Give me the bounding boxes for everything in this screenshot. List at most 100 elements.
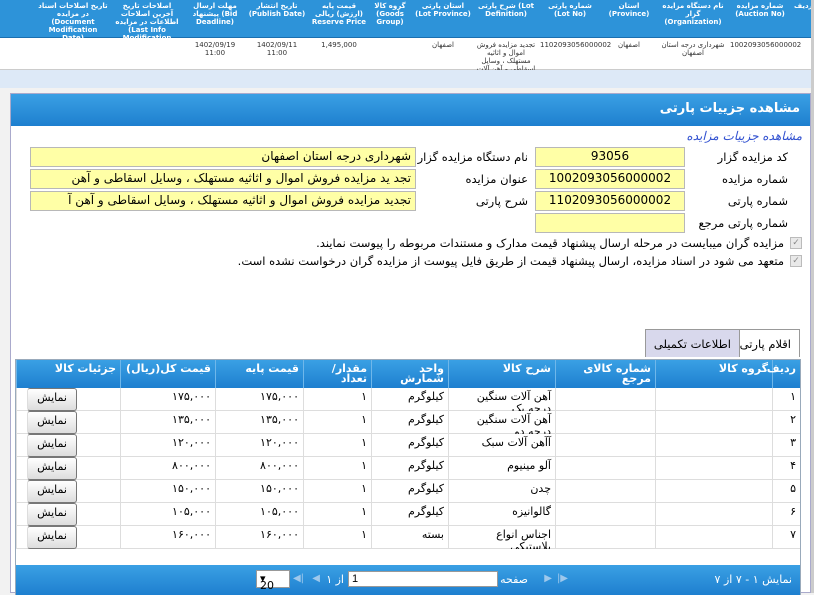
- no-attach-note: متعهد می شود در اسناد مزایده، ارسال پیشن…: [237, 254, 784, 268]
- cell-row-number: ۴: [772, 457, 800, 480]
- cell-goods-group: [655, 526, 772, 549]
- bg-header-3: استان (Province): [608, 2, 650, 18]
- cell-row-number: ۲: [772, 411, 800, 434]
- auctioneer-code-field[interactable]: 93056: [535, 147, 685, 167]
- cell-details: نمایش: [16, 388, 120, 411]
- lot-no-label: شماره پارتی: [727, 194, 788, 208]
- bg-header-10: مهلت ارسال پیشنهاد (Bid Deadline): [192, 2, 238, 26]
- bg-cell-publish: 1402/09/11 11:00: [256, 41, 298, 57]
- org-name-field[interactable]: شهرداری درجه استان اصفهان: [30, 147, 416, 167]
- cell-unit: کیلوگرم: [371, 457, 448, 480]
- cell-details: نمایش: [16, 457, 120, 480]
- table-row[interactable]: ۵ چدن کیلوگرم ۱ ۱۵۰,۰۰۰ ۱۵۰,۰۰۰ نمایش: [16, 480, 800, 503]
- bg-header-1: شماره مزایده (Auction No): [735, 2, 785, 18]
- col-unit[interactable]: واحد شمارش: [371, 360, 448, 388]
- auction-no-field[interactable]: 1002093056000002: [535, 169, 685, 189]
- page-size-value: 20: [260, 579, 274, 592]
- auction-title-field[interactable]: تجد ید مزایده فروش اموال و اثاثیه مستهلک…: [30, 169, 416, 189]
- last-page-icon[interactable]: ▶|: [557, 573, 568, 584]
- cell-goods-desc: آلو مینیوم: [448, 457, 555, 480]
- bg-cell-lot-desc: تجدید مزایده فروش اموال و اثاثیه مستهلک …: [476, 41, 536, 73]
- cell-row-number: ۶: [772, 503, 800, 526]
- col-goods-group[interactable]: گروه کالا: [655, 360, 772, 388]
- dialog-body: مشاهده جزییات مزایده کد مزایده گزار 9305…: [11, 126, 810, 595]
- show-details-button[interactable]: نمایش: [27, 503, 77, 526]
- table-row[interactable]: ۱ آهن آلات سنگین درجه یک کیلوگرم ۱ ۱۷۵,۰۰۰ ۱۷…: [16, 388, 800, 411]
- table-row[interactable]: ۳ آآهن آلات سبک کیلوگرم ۱ ۱۲۰,۰۰۰ ۱۲۰,۰۰۰ نمای…: [16, 434, 800, 457]
- cell-ref-goods-no: [555, 434, 655, 457]
- auction-details-link[interactable]: مشاهده جزییات مزایده: [686, 129, 802, 143]
- bg-header-0: ردیف: [794, 2, 813, 10]
- show-details-button[interactable]: نمایش: [27, 457, 77, 480]
- page-number-input[interactable]: [348, 571, 498, 587]
- cell-goods-desc: چدن: [448, 480, 555, 503]
- table-row[interactable]: ۲ آهن آلات سنگین درجه دو کیلوگرم ۱ ۱۳۵,۰۰۰ ۱۳…: [16, 411, 800, 434]
- bg-cell-province: اصفهان: [618, 41, 640, 49]
- cell-goods-desc: اجناس انواع پلاستیکی: [448, 526, 555, 549]
- bg-header-9: تاریخ انتشار (Publish Date): [248, 2, 306, 18]
- cell-ref-goods-no: [555, 457, 655, 480]
- background-table-header: ردیف شماره مزایده (Auction No) نام دستگا…: [0, 0, 814, 50]
- prev-page-icon[interactable]: ◀: [312, 573, 320, 584]
- lot-details-dialog: مشاهده جزییات پارتی مشاهده جزییات مزایده…: [10, 93, 811, 595]
- page-size-select[interactable]: 20 ▾: [256, 570, 290, 592]
- page-label: صفحه: [500, 573, 528, 586]
- col-details[interactable]: جزئیات کالا: [16, 360, 120, 388]
- lot-desc-field[interactable]: تجدید مزایده فروش اموال و اثاثیه مستهلک …: [30, 191, 416, 211]
- auction-title-label: عنوان مزایده: [465, 172, 528, 186]
- cell-base-price: ۱۵۰,۰۰۰: [215, 480, 303, 503]
- col-row[interactable]: ردیف: [767, 360, 800, 388]
- tab-extra-info[interactable]: اطلاعات تکمیلی: [644, 329, 740, 357]
- show-details-button[interactable]: نمایش: [27, 526, 77, 549]
- cell-total-price: ۱۳۵,۰۰۰: [120, 411, 215, 434]
- cell-details: نمایش: [16, 434, 120, 457]
- tab-lot-items[interactable]: اقلام پارتی: [730, 329, 800, 357]
- bg-header-2: نام دستگاه مزایده گزار (Organization): [662, 2, 724, 26]
- table-row[interactable]: ۶ گالوانیزه کیلوگرم ۱ ۱۰۵,۰۰۰ ۱۰۵,۰۰۰ نمایش: [16, 503, 800, 526]
- cell-unit: کیلوگرم: [371, 434, 448, 457]
- auction-no-label: شماره مزایده: [722, 172, 788, 186]
- col-qty[interactable]: مقدار/تعداد: [303, 360, 371, 388]
- cell-goods-group: [655, 457, 772, 480]
- cell-qty: ۱: [303, 480, 371, 503]
- table-row[interactable]: ۴ آلو مینیوم کیلوگرم ۱ ۸۰۰,۰۰۰ ۸۰۰,۰۰۰ نمایش: [16, 457, 800, 480]
- col-ref-goods-no[interactable]: شماره کالای مرجع: [555, 360, 655, 388]
- col-goods-desc[interactable]: شرح کالا: [448, 360, 555, 388]
- cell-ref-goods-no: [555, 411, 655, 434]
- bg-header-5: شرح پارتی (Lot Definition): [478, 2, 534, 18]
- show-details-button[interactable]: نمایش: [27, 411, 77, 434]
- show-details-button[interactable]: نمایش: [27, 388, 77, 411]
- lot-no-field[interactable]: 1102093056000002: [535, 191, 685, 211]
- attach-docs-checkbox[interactable]: ✓: [790, 237, 802, 249]
- show-details-button[interactable]: نمایش: [27, 480, 77, 503]
- cell-row-number: ۷: [772, 526, 800, 549]
- first-page-icon[interactable]: |◀: [293, 573, 304, 584]
- cell-qty: ۱: [303, 411, 371, 434]
- ref-lot-label: شماره پارتی مرجع: [698, 216, 788, 230]
- cell-base-price: ۱۳۵,۰۰۰: [215, 411, 303, 434]
- grid-pager: نمایش ۱ - ۷ از ۷ ▶| ▶ صفحه از ۱ ◀ |◀ 20 …: [16, 565, 800, 595]
- bg-header-4: شماره پارتی (Lot No): [548, 2, 592, 18]
- bg-header-8: قیمت پایه (ارزش) ریالی Reserve Price: [311, 2, 367, 26]
- show-details-button[interactable]: نمایش: [27, 434, 77, 457]
- cell-goods-group: [655, 434, 772, 457]
- background-auction-table: اصفهان ردیف شماره مزایده (Auction No) نا…: [0, 0, 814, 88]
- next-page-icon[interactable]: ▶: [544, 573, 552, 584]
- ref-lot-field[interactable]: [535, 213, 685, 233]
- cell-row-number: ۳: [772, 434, 800, 457]
- cell-unit: کیلوگرم: [371, 480, 448, 503]
- col-total-price[interactable]: قیمت کل(ریال): [120, 360, 215, 388]
- col-base-price[interactable]: قیمت پایه: [215, 360, 303, 388]
- page-of-label: از ۱: [326, 573, 344, 586]
- no-attach-checkbox[interactable]: ✓: [790, 255, 802, 267]
- cell-goods-group: [655, 388, 772, 411]
- table-row[interactable]: ۷ اجناس انواع پلاستیکی بسته ۱ ۱۶۰,۰۰۰ ۱۶۰,۰۰۰…: [16, 526, 800, 549]
- cell-qty: ۱: [303, 526, 371, 549]
- org-name-label: نام دستگاه مزایده گزار: [417, 150, 528, 164]
- background-table-row[interactable]: 1002093056000002 شهرداری درجه استان اصفه…: [0, 38, 814, 73]
- cell-goods-desc: گالوانیزه: [448, 503, 555, 526]
- bg-cell-price: 1,495,000: [321, 41, 357, 49]
- bg-header-6: استان پارتی (Lot Province): [415, 2, 471, 18]
- cell-qty: ۱: [303, 457, 371, 480]
- bg-header-12: تاریخ اصلاحات اسناد در مزایده (Document …: [38, 2, 108, 42]
